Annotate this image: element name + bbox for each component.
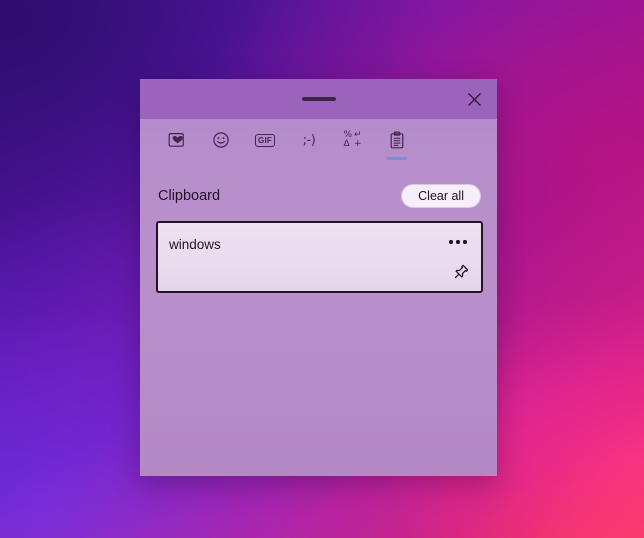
kaomoji-icon: ;-) [303,127,316,153]
emoji-clipboard-panel: GIF ;-) % ↵ Δ + Clipboard Clear all wind… [140,79,497,476]
more-options-icon [456,240,460,244]
clipboard-item-text: windows [169,237,221,252]
clipboard-icon [388,127,406,153]
gif-label: GIF [255,133,275,147]
clipboard-list: windows [140,213,497,293]
kaomoji-label: ;-) [302,132,316,148]
symbol-glyph-4: + [354,139,362,149]
tab-underline-active [387,157,407,160]
close-button[interactable] [459,85,489,113]
clear-all-button[interactable]: Clear all [401,184,481,208]
clipboard-section-header: Clipboard Clear all [140,169,497,213]
clipboard-item[interactable]: windows [156,221,483,293]
more-options-button[interactable] [445,233,471,251]
tab-underline [255,157,275,160]
tab-recently-used[interactable] [162,127,192,165]
symbols-icon: % ↵ Δ + [343,127,362,153]
symbol-glyph-3: Δ [343,139,350,149]
tab-underline [211,157,231,160]
more-options-icon [449,240,453,244]
tab-symbols[interactable]: % ↵ Δ + [338,127,368,165]
drag-handle[interactable] [301,97,336,101]
tab-underline [167,157,187,160]
tab-underline [299,157,319,160]
smiley-face-icon [212,127,230,153]
close-icon [467,92,481,106]
gif-icon: GIF [255,127,275,153]
tab-kaomoji[interactable]: ;-) [294,127,324,165]
panel-titlebar [140,79,497,119]
tab-emoji[interactable] [206,127,236,165]
panel-tabs: GIF ;-) % ↵ Δ + [140,119,497,169]
tab-underline [343,157,363,160]
page-title: Clipboard [158,188,221,204]
heart-in-square-icon [168,127,186,153]
tab-clipboard[interactable] [382,127,412,165]
tab-gif[interactable]: GIF [250,127,280,165]
more-options-icon [463,240,467,244]
pin-icon [454,264,468,278]
pin-button[interactable] [447,259,473,285]
